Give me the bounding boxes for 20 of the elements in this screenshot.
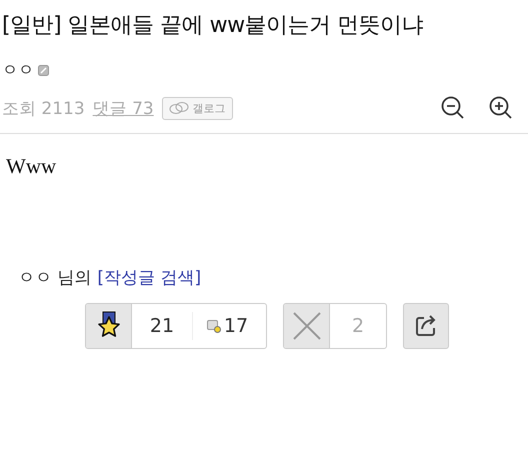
user-badge-icon [38, 65, 49, 76]
downvote-count: 2 [350, 314, 366, 339]
zoom-out-icon[interactable] [440, 95, 466, 121]
zoom-in-icon[interactable] [488, 95, 514, 121]
fixed-recommend-count: 17 [224, 315, 248, 337]
cross-icon [292, 311, 322, 341]
author-name: ㅇㅇ [2, 60, 34, 81]
post-body: Www [6, 154, 58, 180]
writer-name: ㅇㅇ 님의 [18, 267, 92, 289]
share-button[interactable] [403, 303, 449, 349]
writer-posts-search-link[interactable]: [작성글 검색] [97, 266, 202, 289]
post-title: [일반] 일본애들 끝에 ww붙이는거 먼뜻이냐 [2, 12, 424, 40]
speech-bubbles-icon [168, 101, 189, 115]
fixed-user-icon [207, 320, 221, 332]
comment-count-link[interactable]: 댓글 73 [92, 96, 154, 120]
view-count: 조회 2113 [2, 98, 85, 120]
share-icon [414, 314, 438, 338]
recommend-button[interactable] [86, 304, 132, 348]
recommend-count: 21 [148, 314, 176, 339]
gallog-button[interactable]: 갤로그 [162, 96, 233, 120]
